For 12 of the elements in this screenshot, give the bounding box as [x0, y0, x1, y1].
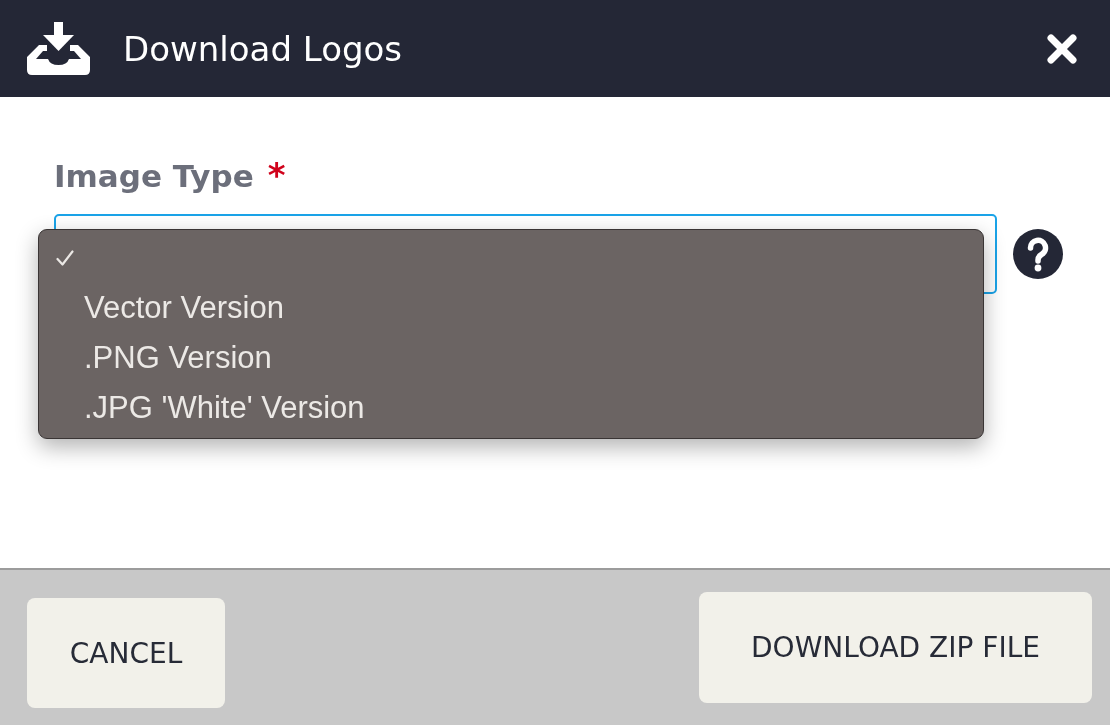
download-button[interactable]: DOWNLOAD ZIP FILE: [699, 592, 1092, 703]
menu-option[interactable]: .PNG Version: [39, 333, 983, 383]
close-button[interactable]: [1047, 33, 1077, 64]
cancel-button[interactable]: CANCEL: [27, 598, 225, 708]
menu-option[interactable]: .JPG 'White' Version: [39, 383, 983, 433]
field-label: Image Type: [54, 158, 254, 194]
download-tray-icon: [25, 22, 92, 75]
window-title: Download Logos: [123, 28, 404, 69]
help-icon[interactable]: [1013, 229, 1063, 279]
menu-option[interactable]: Vector Version: [39, 283, 983, 333]
required-mark: *: [267, 155, 286, 195]
close-icon: [1047, 33, 1077, 64]
